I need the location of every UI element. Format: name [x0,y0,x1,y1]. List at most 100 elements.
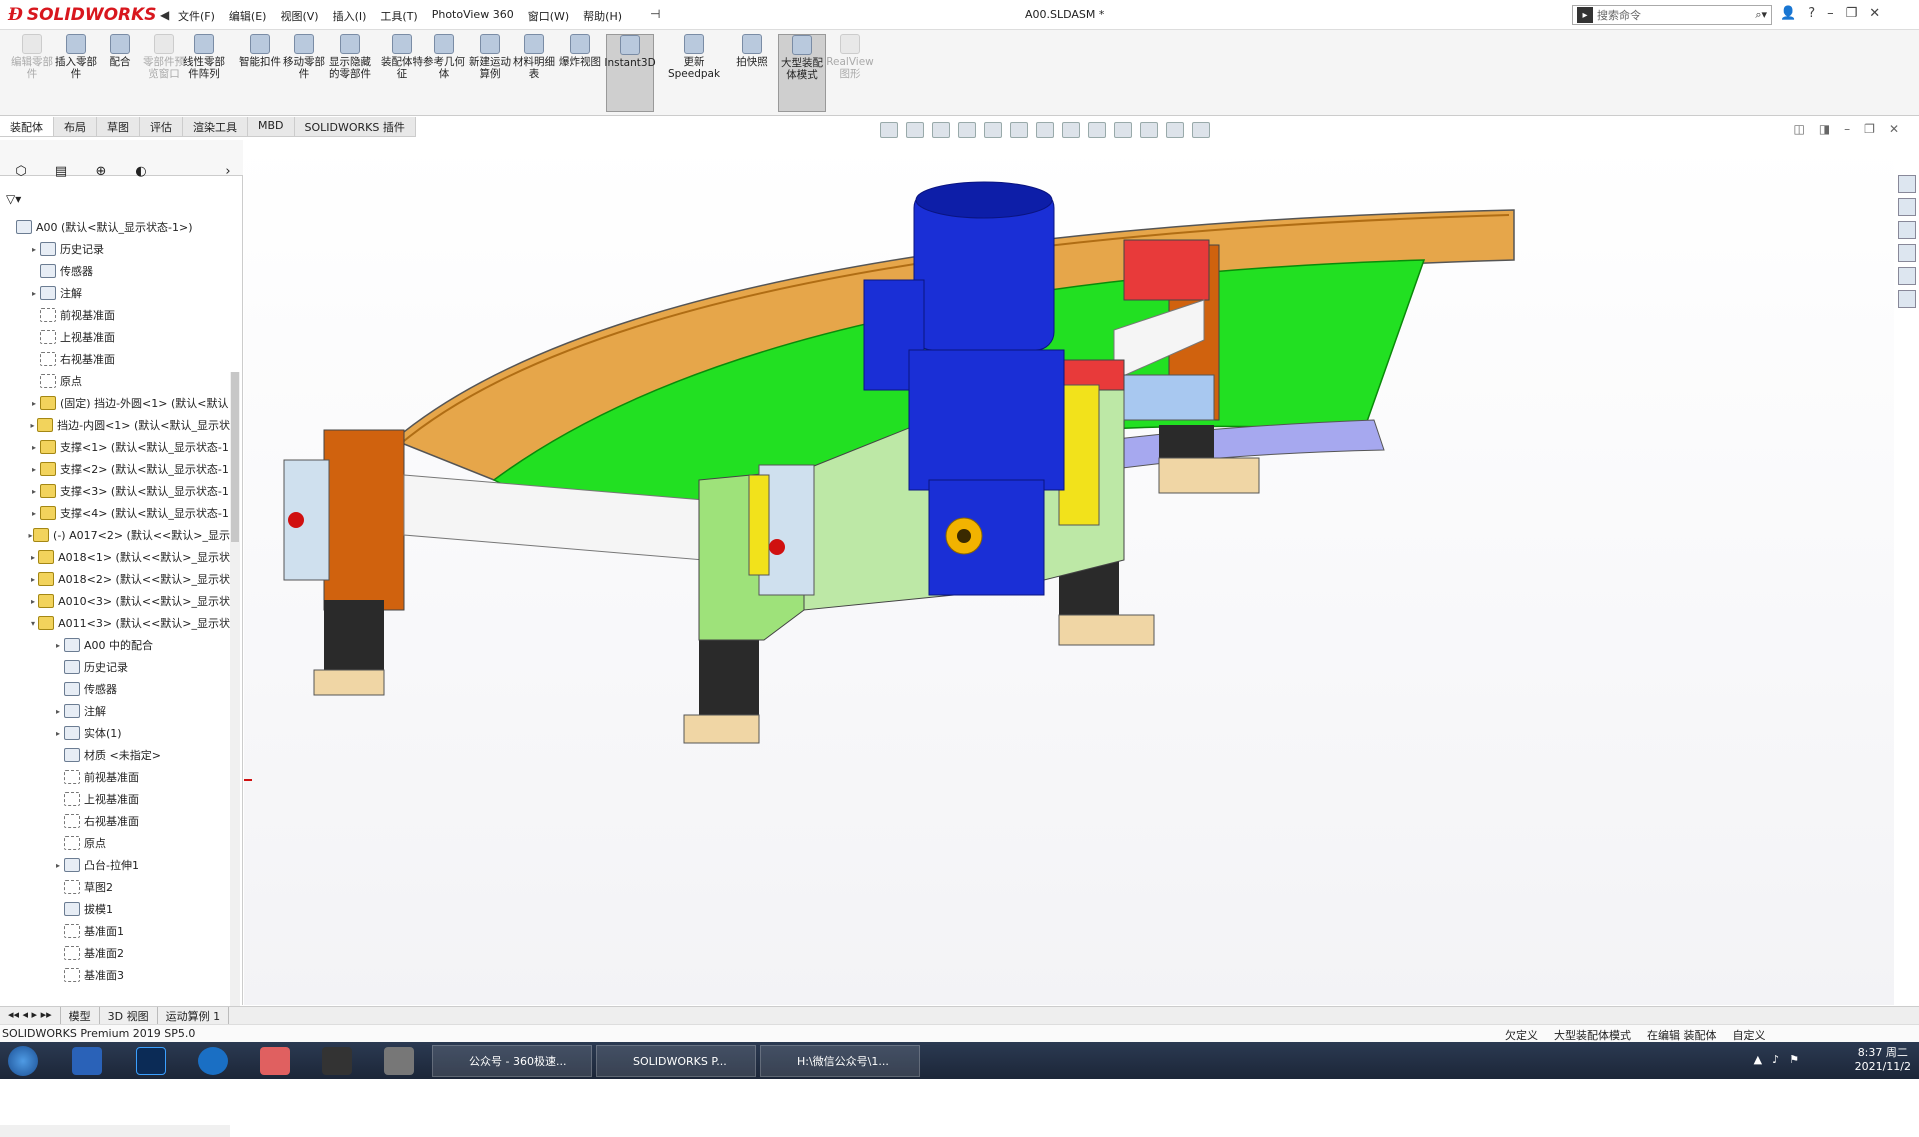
tree-item[interactable]: 草图2 [0,876,230,898]
expand-icon[interactable]: ▾ [28,619,38,628]
tree-item[interactable]: 右视基准面 [0,348,230,370]
assembly-model[interactable]: Z Y [205,140,1894,1005]
ribbon-button[interactable]: 插入零部件 [52,34,100,112]
minimize-icon[interactable]: – [1827,6,1834,21]
tree-horizontal-scrollbar[interactable] [0,1125,230,1137]
tree-item[interactable]: ▸ A010<3> (默认<<默认>_显示状 [0,590,230,612]
tree-item[interactable]: 基准面2 [0,942,230,964]
solidworks-logo[interactable]: Ɖ SOLIDWORKS [8,3,157,27]
browser-icon[interactable] [198,1047,228,1075]
dynamic-annotation-icon[interactable] [1010,122,1028,138]
zoom-area-icon[interactable] [932,122,950,138]
property-manager-tab-icon[interactable]: ▤ [48,162,74,180]
tree-item[interactable]: ▸ 支撑<2> (默认<默认_显示状态-1 [0,458,230,480]
hide-show-icon[interactable] [1088,122,1106,138]
tree-item[interactable]: ▸ 历史记录 [0,238,230,260]
menu-item[interactable]: 文件(F) [178,8,215,24]
user-icon[interactable]: 👤 [1780,6,1796,21]
tree-item[interactable]: 原点 [0,832,230,854]
menu-item[interactable]: 编辑(E) [229,8,267,24]
expand-icon[interactable]: ▸ [28,553,38,562]
tree-item[interactable]: ▸ (固定) 挡边-外圆<1> (默认<默认 [0,392,230,414]
task-explorer[interactable]: H:\微信公众号\1... [760,1045,920,1077]
search-commands[interactable]: ▸ 搜索命令 ⌕▾ [1572,5,1772,25]
expand-icon[interactable]: ▸ [28,487,40,496]
tree-item[interactable]: ▸ A00 中的配合 [0,634,230,656]
doc-tile-icon[interactable]: ◫ [1793,122,1804,136]
tree-item[interactable]: ▸ 实体(1) [0,722,230,744]
graphics-area[interactable]: Z Y [205,140,1894,1005]
expand-icon[interactable]: ▸ [28,421,37,430]
task-solidworks[interactable]: SOLIDWORKS P... [596,1045,756,1077]
clock[interactable]: 8:37 周二 2021/11/2 [1855,1046,1911,1074]
tree-item[interactable]: ▸ A018<1> (默认<<默认>_显示状 [0,546,230,568]
ribbon-button[interactable]: 配合 [96,34,144,112]
tree-item[interactable]: ▸ 注解 [0,700,230,722]
command-tab[interactable]: 评估 [140,117,183,136]
expand-icon[interactable]: ▸ [52,729,64,738]
section-view-icon[interactable] [984,122,1002,138]
notify-icon[interactable]: ⚑ [1789,1053,1799,1066]
bottom-tab[interactable]: 模型 [61,1007,100,1024]
tree-item[interactable]: 前视基准面 [0,304,230,326]
pin-icon[interactable]: ⊣ [650,7,660,21]
tree-item[interactable]: 上视基准面 [0,788,230,810]
ribbon-button[interactable]: 移动零部件 [280,34,328,112]
ribbon-button[interactable]: 大型装配体模式 [778,34,826,112]
view-settings-icon[interactable] [1166,122,1184,138]
zoom-fit-icon[interactable] [906,122,924,138]
ribbon-button[interactable]: 线性零部件阵列 [180,34,228,112]
feature-manager-tab-icon[interactable]: ⬡ [8,162,34,180]
expand-icon[interactable]: ▸ [28,575,38,584]
ribbon-button[interactable]: 爆炸视图 [556,34,604,112]
menu-item[interactable]: 工具(T) [380,8,417,24]
help-icon[interactable]: ? [1808,6,1815,21]
custom-properties-icon[interactable] [1898,290,1916,308]
tool-icon[interactable] [384,1047,414,1075]
ribbon-button[interactable]: 更新Speedpak [668,34,720,112]
view-palette-icon[interactable] [1898,244,1916,262]
monitor-icon[interactable] [1192,122,1210,138]
ribbon-button[interactable]: 新建运动算例 [466,34,514,112]
expand-icon[interactable]: ▸ [52,861,64,870]
expand-tabs-icon[interactable]: › [215,162,241,180]
tree-item[interactable]: 右视基准面 [0,810,230,832]
view-orientation-icon[interactable] [1036,122,1054,138]
expand-icon[interactable]: ▸ [28,465,40,474]
tab-nav-arrows[interactable]: ◂◂ ◂ ▸ ▸▸ [0,1007,61,1024]
apply-scene-icon[interactable] [1140,122,1158,138]
configuration-manager-tab-icon[interactable]: ⊕ [88,162,114,180]
tree-item[interactable]: A00 (默认<默认_显示状态-1>) [0,216,230,238]
tree-item[interactable]: ▸ 支撑<1> (默认<默认_显示状态-1 [0,436,230,458]
tree-item[interactable]: ▸ 注解 [0,282,230,304]
ribbon-button[interactable]: 显示隐藏的零部件 [326,34,374,112]
doc-close-icon[interactable]: ✕ [1889,122,1899,136]
tree-item[interactable]: ▸ 挡边-内圆<1> (默认<默认_显示状 [0,414,230,436]
close-icon[interactable]: ✕ [1869,6,1880,21]
tree-item[interactable]: 基准面3 [0,964,230,986]
tree-item[interactable]: 材质 <未指定> [0,744,230,766]
command-tab[interactable]: 渲染工具 [183,117,248,136]
menu-item[interactable]: PhotoView 360 [432,8,514,24]
ribbon-button[interactable]: 拍快照 [728,34,776,112]
edit-appearance-icon[interactable] [1114,122,1132,138]
obs-icon[interactable] [322,1047,352,1075]
search-input[interactable]: 搜索命令 [1597,7,1641,23]
tree-scrollbar[interactable] [230,372,240,1072]
file-explorer-icon[interactable] [1898,221,1916,239]
expand-icon[interactable]: ▸ [28,443,40,452]
menu-item[interactable]: 帮助(H) [583,8,622,24]
tree-item[interactable]: ▸ A018<2> (默认<<默认>_显示状 [0,568,230,590]
tree-item[interactable]: ▸ 支撑<4> (默认<默认_显示状态-1 [0,502,230,524]
status-units[interactable]: 自定义 [1733,1027,1766,1043]
restore-icon[interactable]: ❐ [1846,6,1858,21]
expand-icon[interactable]: ▸ [52,641,64,650]
command-tab[interactable]: 布局 [54,117,97,136]
command-tab[interactable]: SOLIDWORKS 插件 [294,117,416,136]
app-icon[interactable] [260,1047,290,1075]
ribbon-button[interactable]: 编辑零部件 [8,34,56,112]
menu-item[interactable]: 视图(V) [280,8,318,24]
search-icon[interactable]: ⌕▾ [1755,8,1767,22]
display-manager-tab-icon[interactable]: ◐ [128,162,154,180]
previous-view-icon[interactable] [958,122,976,138]
